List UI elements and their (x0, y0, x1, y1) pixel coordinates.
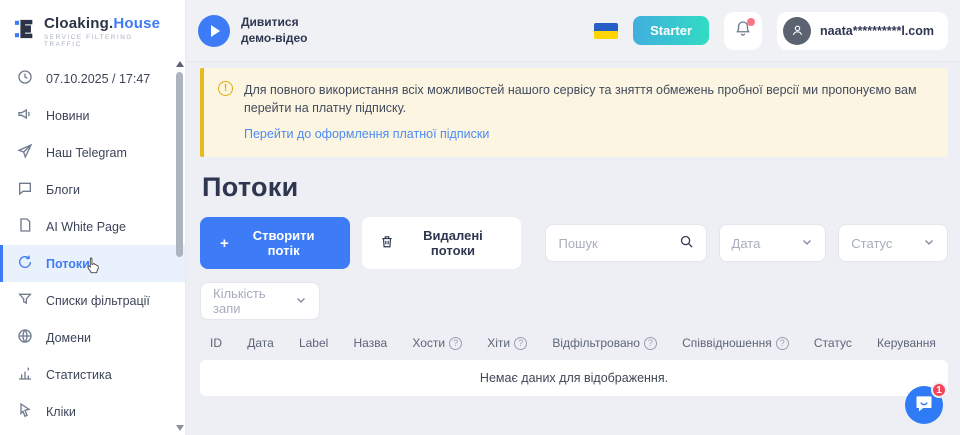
chevron-down-icon (923, 236, 935, 251)
search-icon (679, 234, 694, 252)
document-icon (17, 217, 33, 236)
actions-row: + Створити потік Видалені потоки Пошук (200, 217, 948, 269)
sidebar-item-label: Списки фільтрації (46, 294, 150, 308)
deleted-streams-button[interactable]: Видалені потоки (362, 217, 522, 269)
chat-icon (914, 393, 934, 418)
sidebar-nav: 07.10.2025 / 17:47 Новини Наш Telegram Б… (0, 58, 185, 430)
user-email: naata**********l.com (820, 24, 934, 38)
column-status: Статус (814, 336, 852, 350)
play-icon (211, 25, 220, 37)
warning-icon: ! (218, 81, 233, 96)
scroll-down-icon[interactable] (176, 425, 184, 431)
user-menu[interactable]: naata**********l.com (777, 12, 948, 50)
avatar (783, 17, 811, 45)
sidebar-item-filter-lists[interactable]: Списки фільтрації (0, 282, 185, 319)
column-hits: Хіти? (487, 336, 527, 350)
search-input[interactable]: Пошук (545, 224, 706, 262)
sidebar-item-label: AI White Page (46, 220, 126, 234)
funnel-icon (17, 291, 33, 310)
megaphone-icon (17, 106, 33, 125)
sidebar-item-statistics[interactable]: Статистика (0, 356, 185, 393)
sidebar-item-telegram[interactable]: Наш Telegram (0, 134, 185, 171)
bar-chart-icon (17, 365, 33, 384)
table-header: ID Дата Label Назва Хости? Хіти? Відфіль… (200, 320, 948, 360)
brand-name: Cloaking.House (44, 15, 171, 32)
plus-icon: + (220, 236, 229, 251)
status-filter-select[interactable]: Статус (838, 224, 948, 262)
sidebar-item-ai-white-page[interactable]: AI White Page (0, 208, 185, 245)
refresh-icon (17, 254, 33, 273)
demo-video-label[interactable]: Дивитися демо-відео (241, 15, 308, 46)
brand-logo[interactable]: Cloaking.House SERVICE FILTERING TRAFFIC (0, 0, 185, 58)
demo-video-play-button[interactable] (198, 15, 230, 47)
sidebar-item-blogs[interactable]: Блоги (0, 171, 185, 208)
sidebar-item-label: Потоки (46, 257, 90, 271)
clock-icon (17, 69, 33, 88)
plan-badge[interactable]: Starter (633, 16, 709, 45)
column-hosts: Хости? (412, 336, 462, 350)
content: ! Для повного використання всіх можливос… (186, 62, 960, 396)
column-id: ID (210, 336, 222, 350)
sidebar: Cloaking.House SERVICE FILTERING TRAFFIC… (0, 0, 186, 435)
main-area: Дивитися демо-відео Starter (186, 0, 960, 435)
sidebar-item-label: 07.10.2025 / 17:47 (46, 72, 150, 86)
brand-logo-icon (14, 17, 36, 46)
sidebar-scrollbar[interactable] (174, 58, 184, 435)
trial-warning-banner: ! Для повного використання всіх можливос… (200, 68, 948, 157)
per-page-select[interactable]: Кількість запи (200, 282, 320, 320)
chevron-down-icon (801, 236, 813, 251)
column-manage: Керування (877, 336, 936, 350)
sidebar-item-domains[interactable]: Домени (0, 319, 185, 356)
topbar: Дивитися демо-відео Starter (186, 0, 960, 62)
sidebar-item-date: 07.10.2025 / 17:47 (0, 60, 185, 97)
sidebar-item-label: Блоги (46, 183, 80, 197)
column-date: Дата (247, 336, 274, 350)
column-name: Назва (354, 336, 388, 350)
chevron-down-icon (295, 294, 307, 309)
column-label: Label (299, 336, 328, 350)
sidebar-item-label: Наш Telegram (46, 146, 127, 160)
scrollbar-thumb[interactable] (176, 72, 183, 257)
chat-bubble-icon (17, 180, 33, 199)
help-icon[interactable]: ? (776, 337, 789, 350)
help-icon[interactable]: ? (449, 337, 462, 350)
sidebar-item-label: Домени (46, 331, 91, 345)
column-filtered: Відфільтровано? (552, 336, 657, 350)
brand-tagline: SERVICE FILTERING TRAFFIC (44, 34, 171, 48)
sidebar-item-label: Кліки (46, 405, 76, 419)
globe-icon (17, 328, 33, 347)
date-filter-select[interactable]: Дата (719, 224, 827, 262)
sidebar-item-label: Статистика (46, 368, 112, 382)
chat-unread-badge: 1 (931, 382, 947, 398)
help-icon[interactable]: ? (514, 337, 527, 350)
paper-plane-icon (17, 143, 33, 162)
sidebar-item-streams[interactable]: Потоки (0, 245, 185, 282)
support-chat-button[interactable]: 1 (905, 386, 943, 424)
scroll-up-icon[interactable] (176, 61, 184, 67)
create-stream-button[interactable]: + Створити потік (200, 217, 350, 269)
banner-text: Для повного використання всіх можливосте… (244, 81, 932, 117)
column-ratio: Співвідношення? (682, 336, 789, 350)
help-icon[interactable]: ? (644, 337, 657, 350)
notifications-button[interactable] (724, 12, 762, 50)
app-window: Cloaking.House SERVICE FILTERING TRAFFIC… (0, 0, 960, 435)
page-title: Потоки (202, 172, 948, 203)
trash-icon (380, 234, 394, 252)
sidebar-item-clicks[interactable]: Кліки (0, 393, 185, 430)
sidebar-item-news[interactable]: Новини (0, 97, 185, 134)
subscribe-link[interactable]: Перейти до оформлення платної підписки (244, 127, 489, 141)
notification-dot (747, 18, 755, 26)
language-flag-ukraine[interactable] (594, 23, 618, 39)
search-placeholder: Пошук (558, 236, 678, 251)
sidebar-item-label: Новини (46, 109, 90, 123)
cursor-icon (17, 402, 33, 421)
table-empty-state: Немає даних для відображення. (200, 360, 948, 396)
